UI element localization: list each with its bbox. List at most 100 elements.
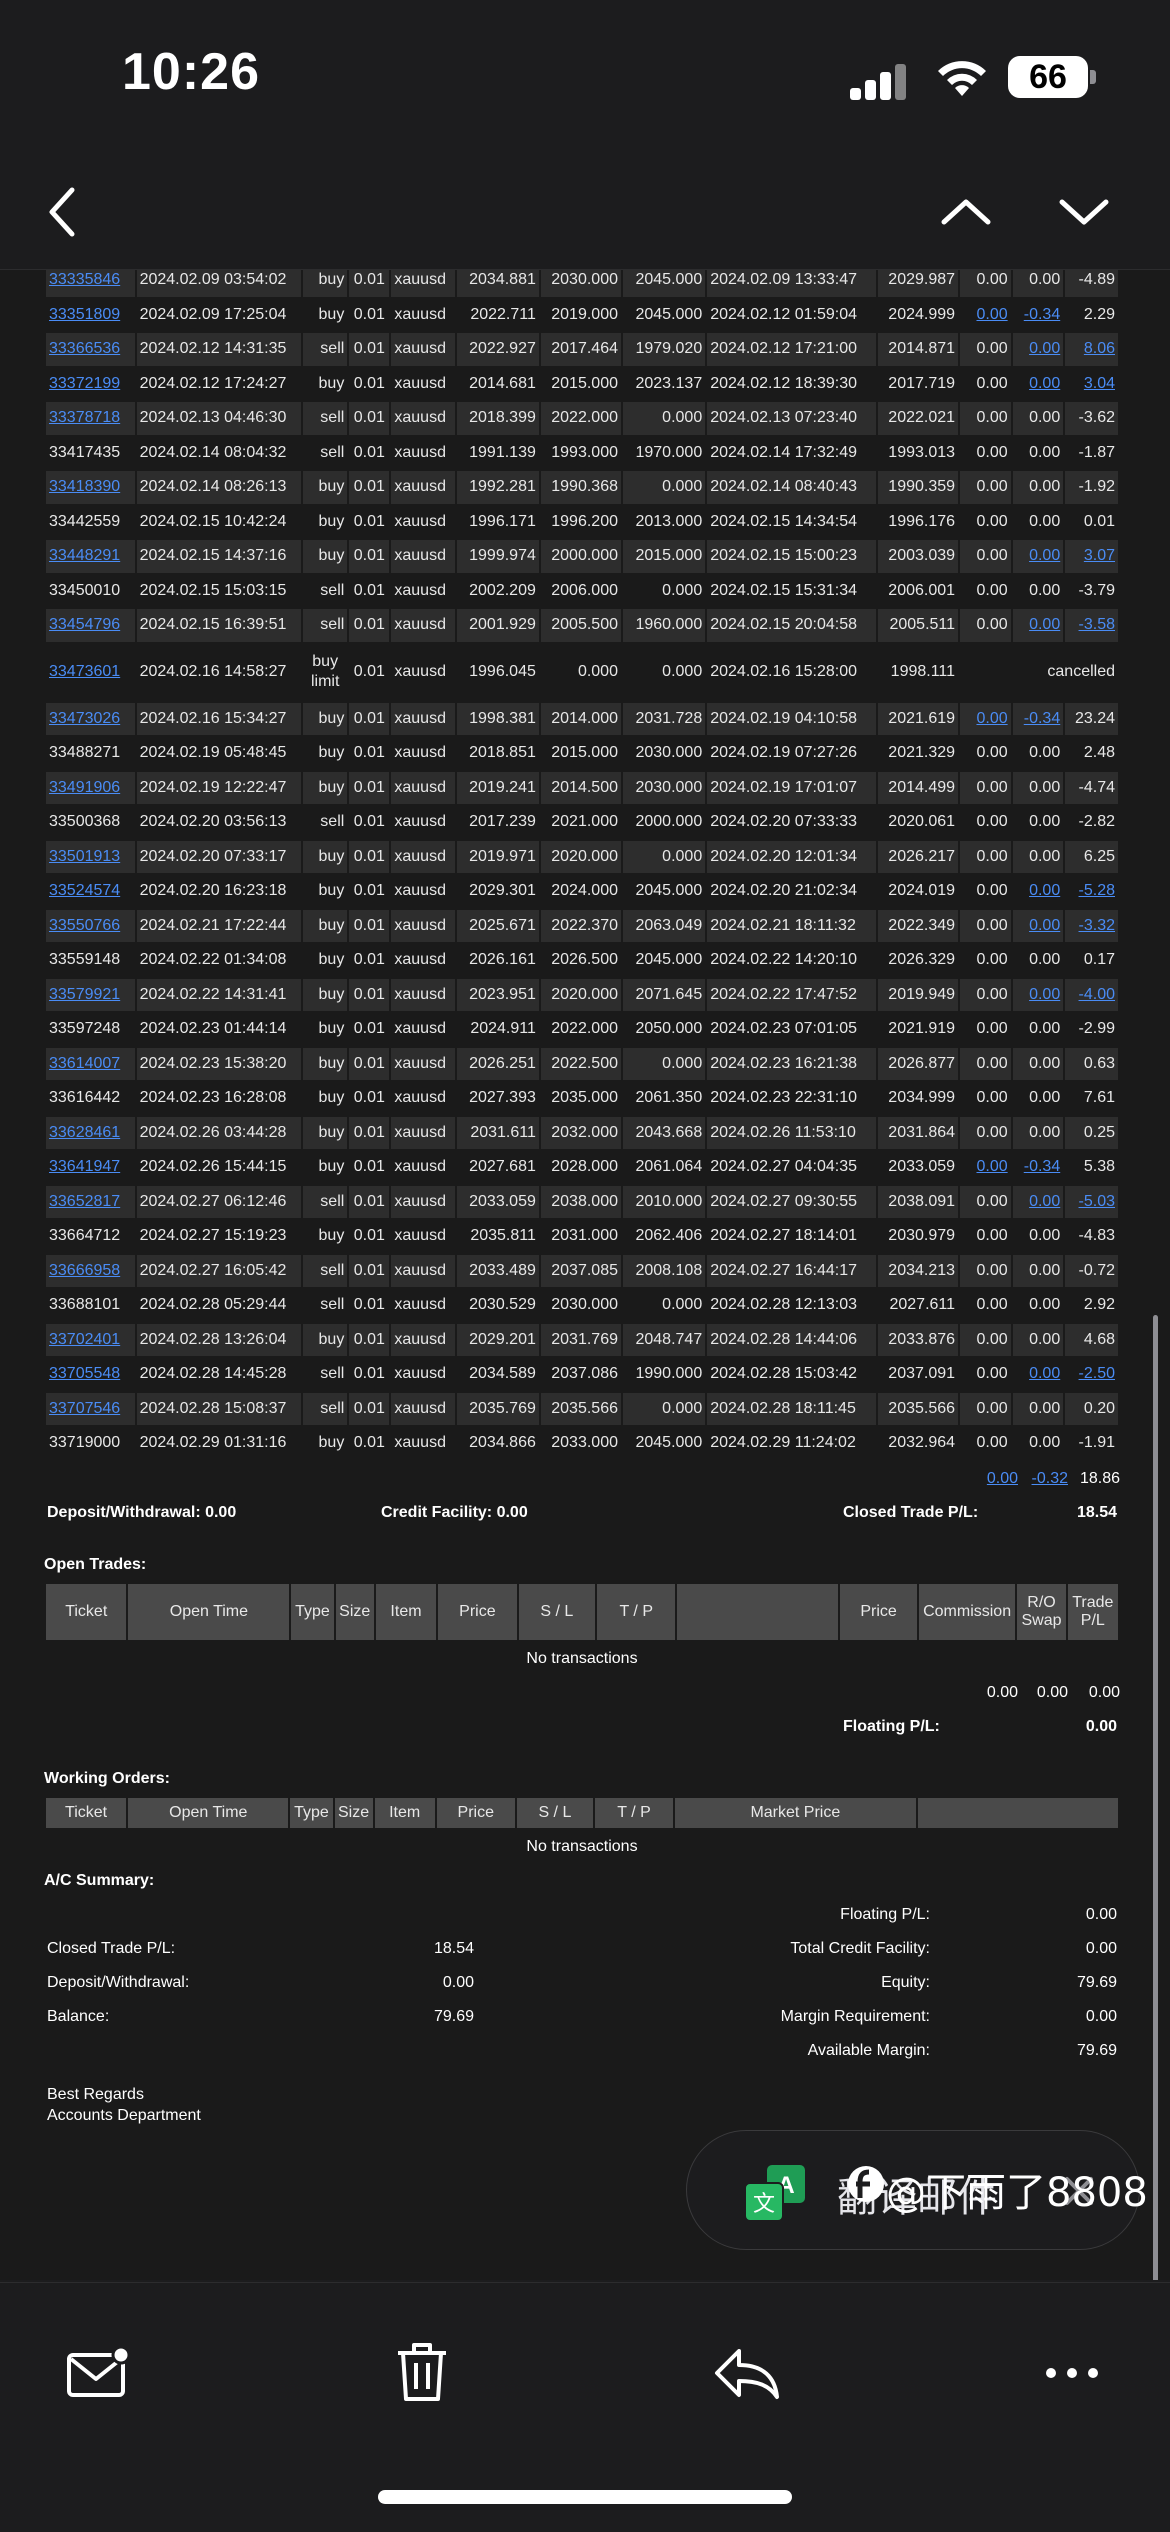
table-cell: buy: [303, 1323, 348, 1356]
ticket-link[interactable]: 33372199: [49, 375, 120, 392]
value-link[interactable]: 0.00: [1029, 547, 1060, 564]
ticket-link[interactable]: 33628461: [49, 1124, 120, 1141]
previous-message-button[interactable]: [926, 172, 1006, 252]
table-cell: 0.20: [1065, 1392, 1118, 1425]
table-cell: 0.000: [622, 1047, 706, 1080]
table-cell: xauusd: [391, 1392, 455, 1425]
value-link[interactable]: -3.58: [1079, 616, 1115, 633]
reply-button[interactable]: [706, 2333, 786, 2413]
table-cell: 2037.091: [877, 1358, 959, 1391]
table-cell: 0.01: [349, 806, 390, 839]
value-link[interactable]: -5.28: [1079, 882, 1115, 899]
ac-closed-value: 18.54: [433, 1939, 474, 1957]
value-link[interactable]: 0.00: [1029, 986, 1060, 1003]
ticket-link[interactable]: 33579921: [49, 986, 120, 1003]
swap-total-link[interactable]: -0.32: [1032, 1470, 1068, 1487]
ticket-link[interactable]: 33705548: [49, 1365, 120, 1382]
scrollbar[interactable]: [1153, 1315, 1158, 2280]
table-cell: 1960.000: [622, 609, 706, 642]
ticket-link[interactable]: 33524574: [49, 882, 120, 899]
ticket-link[interactable]: 33652817: [49, 1193, 120, 1210]
value-link[interactable]: 8.06: [1084, 340, 1115, 357]
back-button[interactable]: [22, 172, 102, 252]
table-cell: 2026.329: [877, 944, 959, 977]
value-link[interactable]: 0.00: [1029, 1193, 1060, 1210]
translate-icon: A 文: [744, 2165, 805, 2222]
value-link[interactable]: -2.50: [1079, 1365, 1115, 1382]
value-link[interactable]: 0.00: [1029, 375, 1060, 392]
table-cell: 0.01: [349, 737, 390, 770]
mark-unread-button[interactable]: [58, 2333, 138, 2413]
table-cell: xauusd: [391, 702, 455, 735]
commission-total-link[interactable]: 0.00: [987, 1470, 1018, 1487]
ticket-link[interactable]: 33351809: [49, 306, 120, 323]
table-cell: 1979.020: [622, 333, 706, 366]
value-link[interactable]: 3.07: [1084, 547, 1115, 564]
value-link[interactable]: -0.34: [1024, 710, 1060, 727]
ticket-link[interactable]: 33666958: [49, 1262, 120, 1279]
value-link[interactable]: -0.34: [1024, 306, 1060, 323]
delete-button[interactable]: [382, 2333, 462, 2413]
table-cell: 2027.681: [456, 1151, 539, 1184]
ac-equity-value: 79.69: [1076, 1973, 1117, 1991]
ticket-link[interactable]: 33473601: [49, 663, 120, 680]
value-link[interactable]: 0.00: [976, 710, 1007, 727]
more-button[interactable]: [1032, 2333, 1112, 2413]
value-link[interactable]: -5.03: [1079, 1193, 1115, 1210]
home-indicator[interactable]: [378, 2490, 792, 2504]
table-row: 33351809 2024.02.09 17:25:04 buy 0.01 xauusd…: [46, 298, 1118, 331]
value-link[interactable]: 0.00: [1029, 616, 1060, 633]
statement-content: 33335846 2024.02.09 03:54:02 buy 0.01 xauusd…: [44, 270, 1120, 2126]
table-cell: 0.00: [960, 1116, 1011, 1149]
table-cell: 2029.301: [456, 875, 539, 908]
table-cell: sell: [303, 436, 348, 469]
table-cell: 0.00: [1012, 1254, 1064, 1287]
ticket-link[interactable]: 33335846: [49, 271, 120, 288]
table-cell: 0.00: [1012, 367, 1064, 400]
table-cell: buy: [303, 1013, 348, 1046]
ticket-link[interactable]: 33550766: [49, 917, 120, 934]
table-cell: 23.24: [1065, 702, 1118, 735]
table-cell: xauusd: [391, 1013, 455, 1046]
table-cell: 1990.000: [622, 1358, 706, 1391]
table-cell: 2024.02.28 18:11:45: [707, 1392, 876, 1425]
ac-equity-label: Equity:: [881, 1973, 930, 1991]
ticket-link[interactable]: 33378718: [49, 409, 120, 426]
value-link[interactable]: 0.00: [1029, 340, 1060, 357]
table-cell: 0.01: [349, 978, 390, 1011]
table-cell: buy: [303, 1082, 348, 1115]
table-cell: 2024.02.23 07:01:05: [707, 1013, 876, 1046]
ticket-link[interactable]: 33418390: [49, 478, 120, 495]
ticket-link[interactable]: 33707546: [49, 1400, 120, 1417]
ticket-link[interactable]: 33702401: [49, 1331, 120, 1348]
value-link[interactable]: -0.34: [1024, 1158, 1060, 1175]
table-cell: 2006.000: [540, 574, 621, 607]
email-body[interactable]: 33335846 2024.02.09 03:54:02 buy 0.01 xauusd…: [0, 270, 1170, 2280]
value-link[interactable]: 0.00: [1029, 917, 1060, 934]
table-cell: 2043.668: [622, 1116, 706, 1149]
ticket-link[interactable]: 33614007: [49, 1055, 120, 1072]
ticket-link[interactable]: 33501913: [49, 848, 120, 865]
ticket-link[interactable]: 33366536: [49, 340, 120, 357]
value-link[interactable]: 3.04: [1084, 375, 1115, 392]
table-cell: xauusd: [391, 771, 455, 804]
table-cell: 2045.000: [622, 875, 706, 908]
table-cell: 0.01: [349, 367, 390, 400]
ticket-link[interactable]: 33641947: [49, 1158, 120, 1175]
table-cell: 0.00: [960, 840, 1011, 873]
next-message-button[interactable]: [1044, 172, 1124, 252]
working-orders-title: Working Orders:: [44, 1769, 170, 1787]
value-link[interactable]: 0.00: [976, 306, 1007, 323]
table-cell: -2.99: [1065, 1013, 1118, 1046]
ticket-link[interactable]: 33448291: [49, 547, 120, 564]
value-link[interactable]: 0.00: [976, 1158, 1007, 1175]
ticket-link[interactable]: 33491906: [49, 779, 120, 796]
ticket-link[interactable]: 33454796: [49, 616, 120, 633]
table-cell: 33442559: [46, 505, 135, 538]
value-link[interactable]: -3.32: [1079, 917, 1115, 934]
table-cell: 3.07: [1065, 540, 1118, 573]
value-link[interactable]: 0.00: [1029, 882, 1060, 899]
value-link[interactable]: -4.00: [1079, 986, 1115, 1003]
value-link[interactable]: 0.00: [1029, 1365, 1060, 1382]
ticket-link[interactable]: 33473026: [49, 710, 120, 727]
